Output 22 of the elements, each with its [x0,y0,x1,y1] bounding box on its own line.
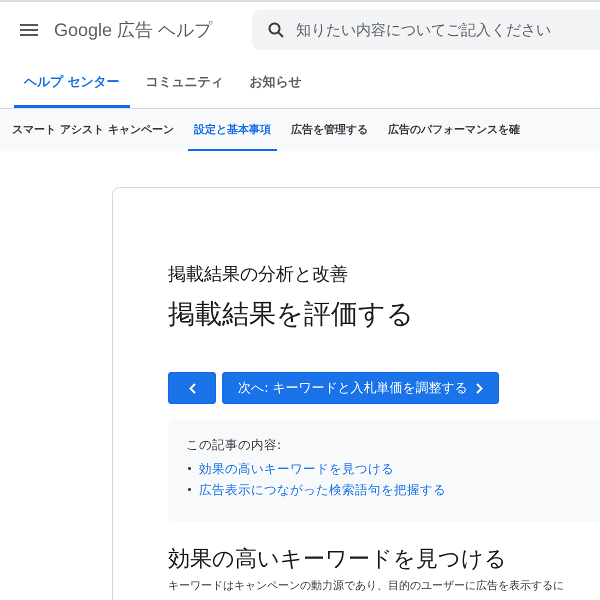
category-tab[interactable]: 広告を管理する [284,109,374,151]
next-button[interactable]: 次へ: キーワードと入札単価を調整する [222,372,499,404]
site-logo[interactable]: Google 広告 ヘルプ [54,18,212,42]
article-title: 掲載結果を評価する [168,298,415,332]
bullet-icon [188,488,191,491]
menu-icon[interactable] [20,24,38,36]
nav-tab[interactable]: コミュニティ [136,58,234,108]
bullet-icon [188,467,191,470]
search-icon [268,22,284,38]
category-tab[interactable]: スマート アシスト キャンペーン [6,109,180,151]
contents-link[interactable]: 広告表示につながった検索語句を把握する [199,479,446,500]
nav-tab[interactable]: お知らせ [240,58,312,108]
contents-heading: この記事の内容: [186,437,282,454]
category-tab[interactable]: 設定と基本事項 [188,109,277,151]
chevron-right-icon [476,382,483,394]
section-title: 掲載結果の分析と改善 [168,263,349,286]
section-heading: 効果の高いキーワードを見つける [168,546,508,574]
contents-link[interactable]: 効果の高いキーワードを見つける [199,458,394,479]
body-text: キーワードはキャンペーンの動力源であり、目的のユーザーに広告を表示するに [168,578,565,593]
chevron-left-icon [188,382,196,394]
category-tab[interactable]: 広告のパフォーマンスを確 [382,109,526,151]
search-field[interactable]: 知りたい内容についてご記入ください [252,10,600,50]
